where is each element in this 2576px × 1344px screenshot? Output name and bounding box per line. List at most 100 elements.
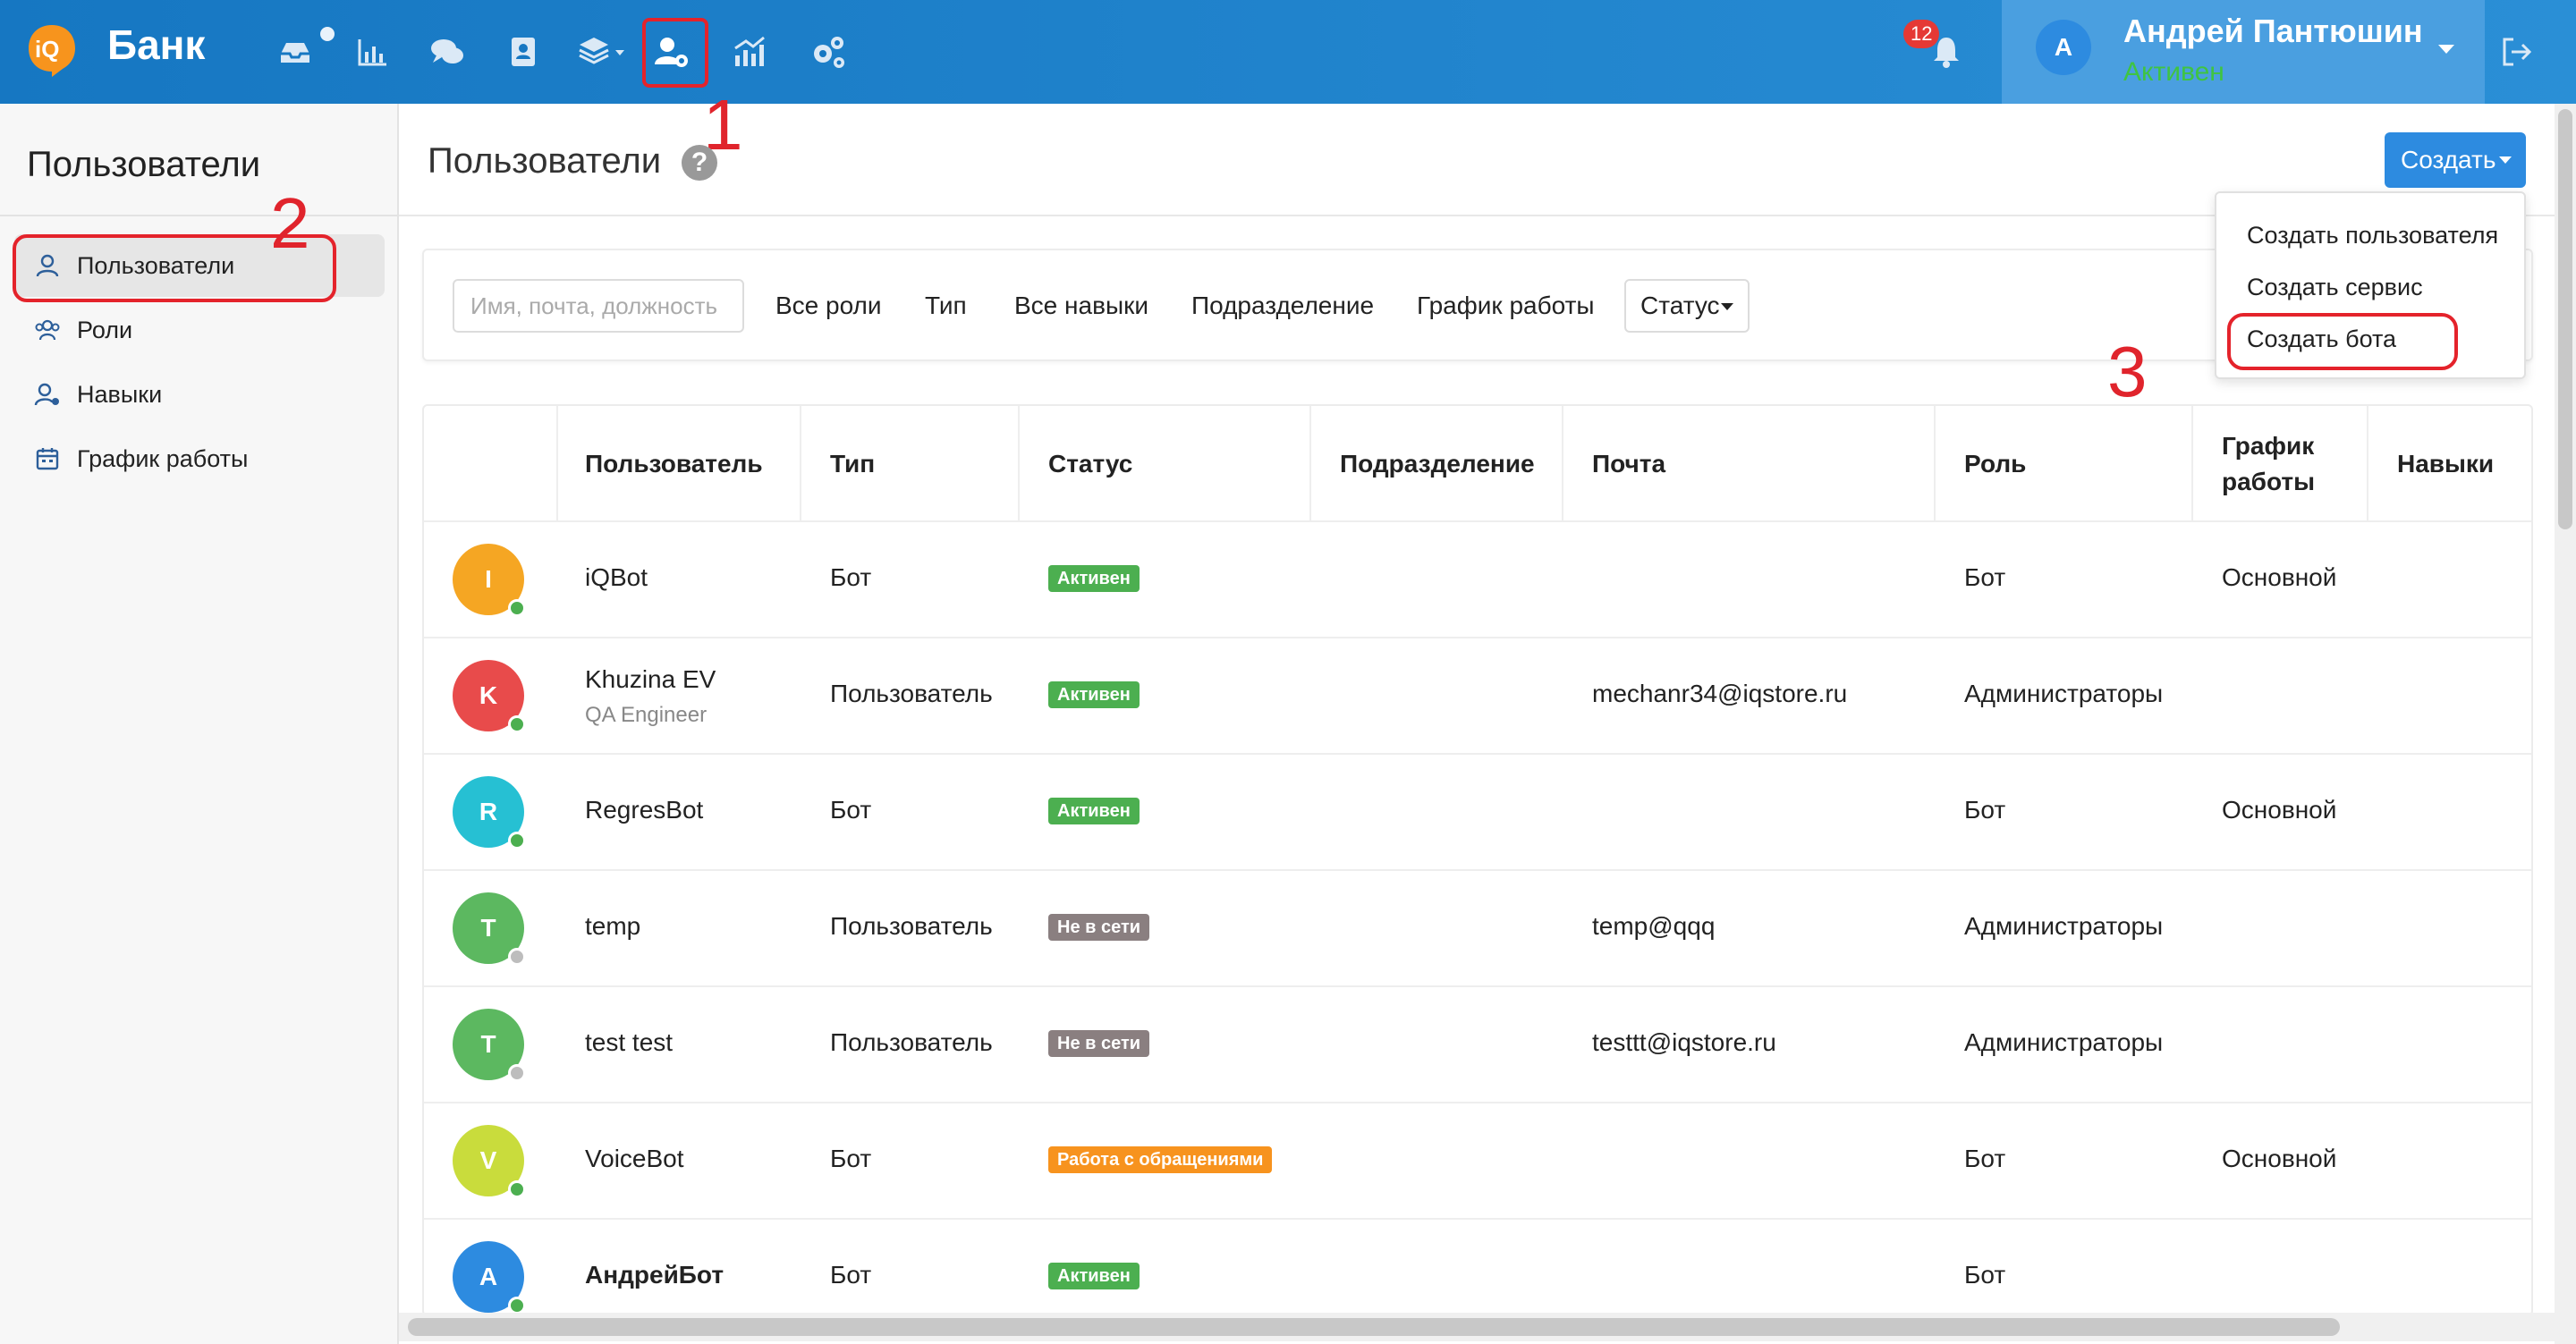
type-cell: Пользователь bbox=[830, 912, 993, 940]
filter-department[interactable]: Подразделение bbox=[1191, 292, 1374, 320]
column-divider bbox=[2191, 406, 2193, 522]
column-header-status[interactable]: Статус bbox=[1048, 406, 1132, 522]
user-name-cell[interactable]: temp bbox=[585, 912, 640, 941]
search-input[interactable]: Имя, почта, должность bbox=[453, 279, 744, 333]
layers-dropdown-icon[interactable] bbox=[574, 30, 631, 73]
table-row[interactable]: T test test Пользователь Не в сети testt… bbox=[424, 987, 2531, 1103]
iq-logo-icon[interactable]: iQ bbox=[25, 21, 79, 79]
email-cell: testtt@iqstore.ru bbox=[1592, 1028, 1776, 1056]
create-button-label: Создать bbox=[2401, 146, 2496, 173]
column-header-skills[interactable]: Навыки bbox=[2397, 406, 2494, 522]
status-badge: Активен bbox=[1048, 565, 1140, 592]
email-cell: mechanr34@iqstore.ru bbox=[1592, 680, 1848, 707]
horizontal-scrollbar[interactable] bbox=[399, 1313, 2555, 1341]
filter-status-select[interactable]: Статус bbox=[1624, 279, 1750, 333]
sidebar-item-skills[interactable]: Навыки bbox=[14, 363, 385, 426]
table-row[interactable]: V VoiceBot Бот Работа с обращениями Бот … bbox=[424, 1103, 2531, 1220]
help-icon[interactable]: ? bbox=[682, 145, 717, 181]
caret-down-icon bbox=[2499, 156, 2512, 164]
scrollbar-thumb[interactable] bbox=[2558, 109, 2572, 529]
column-divider bbox=[1309, 406, 1311, 522]
status-badge: Активен bbox=[1048, 681, 1140, 708]
page-title: Пользователи bbox=[428, 141, 662, 181]
schedule-cell: Основной bbox=[2222, 796, 2337, 824]
annotation-box-1 bbox=[642, 18, 708, 88]
role-cell: Администраторы bbox=[1964, 912, 2164, 940]
presence-dot-icon bbox=[508, 948, 526, 966]
sidebar-item-label: Навыки bbox=[77, 380, 163, 408]
users-table: Пользователь Тип Статус Подразделение По… bbox=[422, 404, 2533, 1316]
filter-skills[interactable]: Все навыки bbox=[1014, 292, 1148, 320]
column-header-type[interactable]: Тип bbox=[830, 406, 875, 522]
user-menu[interactable]: А Андрей Пантюшин Активен bbox=[2002, 0, 2485, 104]
user-name-cell[interactable]: VoiceBot bbox=[585, 1145, 684, 1173]
status-badge: Работа с обращениями bbox=[1048, 1146, 1273, 1173]
type-cell: Бот bbox=[830, 796, 872, 824]
bar-chart-icon[interactable] bbox=[351, 30, 394, 73]
filter-type[interactable]: Тип bbox=[925, 292, 967, 320]
chevron-down-icon bbox=[2438, 45, 2454, 54]
presence-dot-icon bbox=[508, 599, 526, 617]
annotation-box-3 bbox=[2227, 313, 2458, 370]
user-status: Активен bbox=[2123, 57, 2224, 87]
user-name: Андрей Пантюшин bbox=[2123, 13, 2423, 49]
unread-dot-icon bbox=[320, 27, 335, 41]
status-badge: Не в сети bbox=[1048, 914, 1150, 941]
notifications-badge: 12 bbox=[1903, 20, 1940, 48]
column-divider bbox=[2367, 406, 2368, 522]
role-cell: Бот bbox=[1964, 796, 2006, 824]
type-cell: Бот bbox=[830, 1261, 872, 1289]
column-header-department[interactable]: Подразделение bbox=[1340, 406, 1535, 522]
gears-icon[interactable] bbox=[807, 30, 850, 73]
filter-schedule[interactable]: График работы bbox=[1417, 292, 1595, 320]
scrollbar-thumb[interactable] bbox=[408, 1318, 2340, 1336]
chat-icon[interactable] bbox=[426, 30, 469, 73]
user-name-cell[interactable]: Khuzina EV bbox=[585, 665, 716, 694]
menu-item-create-service[interactable]: Создать сервис bbox=[2247, 274, 2423, 301]
user-name-cell[interactable]: RegresBot bbox=[585, 796, 703, 824]
menu-item-create-user[interactable]: Создать пользователя bbox=[2247, 222, 2498, 249]
presence-dot-icon bbox=[508, 832, 526, 850]
annotation-number-2: 2 bbox=[270, 183, 310, 263]
status-badge: Не в сети bbox=[1048, 1030, 1150, 1057]
schedule-cell: Основной bbox=[2222, 563, 2337, 591]
column-divider bbox=[1562, 406, 1563, 522]
column-header-role[interactable]: Роль bbox=[1964, 406, 2026, 522]
table-row[interactable]: R RegresBot Бот Активен Бот Основной bbox=[424, 755, 2531, 871]
role-cell: Бот bbox=[1964, 1145, 2006, 1172]
sidebar-item-label: Роли bbox=[77, 316, 133, 343]
table-row[interactable]: А АндрейБот Бот Активен Бот bbox=[424, 1220, 2531, 1314]
column-header-email[interactable]: Почта bbox=[1592, 406, 1665, 522]
column-divider bbox=[1018, 406, 1020, 522]
logout-icon[interactable] bbox=[2496, 30, 2538, 73]
status-badge: Активен bbox=[1048, 1263, 1140, 1289]
vertical-scrollbar[interactable] bbox=[2555, 104, 2576, 1344]
presence-dot-icon bbox=[508, 1297, 526, 1314]
user-name-cell[interactable]: test test bbox=[585, 1028, 673, 1057]
annotation-number-3: 3 bbox=[2107, 332, 2148, 411]
type-cell: Бот bbox=[830, 1145, 872, 1172]
table-row[interactable]: I iQBot Бот Активен Бот Основной bbox=[424, 522, 2531, 638]
user-skill-icon bbox=[34, 383, 59, 406]
column-header-user[interactable]: Пользователь bbox=[585, 406, 763, 522]
status-badge: Активен bbox=[1048, 798, 1140, 824]
inbox-icon[interactable] bbox=[274, 30, 317, 73]
column-header-schedule[interactable]: График работы bbox=[2222, 406, 2315, 522]
type-cell: Бот bbox=[830, 563, 872, 591]
filter-roles[interactable]: Все роли bbox=[775, 292, 882, 320]
contacts-book-icon[interactable] bbox=[501, 30, 544, 73]
user-name-cell[interactable]: iQBot bbox=[585, 563, 648, 592]
presence-dot-icon bbox=[508, 1064, 526, 1082]
user-avatar: А bbox=[2036, 20, 2091, 75]
svg-text:iQ: iQ bbox=[35, 36, 59, 63]
table-row[interactable]: T temp Пользователь Не в сети temp@qqq А… bbox=[424, 871, 2531, 987]
caret-down-icon bbox=[1721, 303, 1733, 310]
sidebar-item-schedule[interactable]: График работы bbox=[14, 427, 385, 490]
analytics-icon[interactable] bbox=[728, 30, 771, 73]
brand-title[interactable]: Банк bbox=[107, 21, 205, 68]
create-button[interactable]: Создать bbox=[2385, 132, 2526, 188]
user-name-cell[interactable]: АндрейБот bbox=[585, 1261, 724, 1289]
role-cell: Бот bbox=[1964, 1261, 2006, 1289]
sidebar-item-roles[interactable]: Роли bbox=[14, 299, 385, 361]
table-row[interactable]: K Khuzina EV QA Engineer Пользователь Ак… bbox=[424, 638, 2531, 755]
